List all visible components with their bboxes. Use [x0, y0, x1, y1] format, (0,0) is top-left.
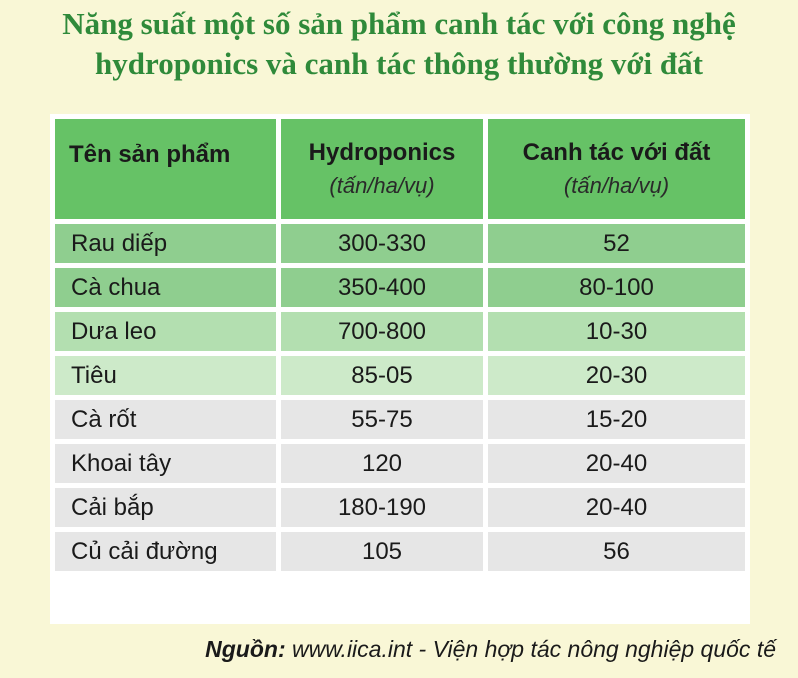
cell-soil: 80-100	[488, 268, 745, 307]
header-hydroponics: Hydroponics (tấn/ha/vụ)	[281, 119, 483, 219]
header-hydroponics-unit: (tấn/ha/vụ)	[329, 173, 435, 198]
cell-product: Cà rốt	[55, 400, 276, 439]
header-hydroponics-label: Hydroponics	[308, 139, 456, 166]
cell-hydroponics: 85-05	[281, 356, 483, 395]
header-soil: Canh tác với đất (tấn/ha/vụ)	[488, 119, 745, 219]
header-product-label: Tên sản phẩm	[69, 141, 231, 168]
table-row: Tiêu 85-05 20-30	[55, 356, 745, 395]
cell-product: Củ cải đường	[55, 532, 276, 571]
table-row: Cải bắp 180-190 20-40	[55, 488, 745, 527]
header-soil-label: Canh tác với đất	[522, 139, 711, 166]
cell-soil: 10-30	[488, 312, 745, 351]
cell-soil: 20-40	[488, 488, 745, 527]
table-row: Cà rốt 55-75 15-20	[55, 400, 745, 439]
cell-product: Tiêu	[55, 356, 276, 395]
cell-hydroponics: 55-75	[281, 400, 483, 439]
cell-soil: 20-30	[488, 356, 745, 395]
header-soil-unit: (tấn/ha/vụ)	[563, 173, 670, 198]
source-note: Nguồn: www.iica.int - Viện hợp tác nông …	[205, 636, 776, 663]
cell-soil: 15-20	[488, 400, 745, 439]
cell-soil: 20-40	[488, 444, 745, 483]
cell-soil: 52	[488, 224, 745, 263]
cell-hydroponics: 105	[281, 532, 483, 571]
table-header-row: Tên sản phẩm Hydroponics (tấn/ha/vụ) Can…	[55, 119, 745, 219]
cell-soil: 56	[488, 532, 745, 571]
cell-product: Rau diếp	[55, 224, 276, 263]
cell-product: Dưa leo	[55, 312, 276, 351]
title-line-1: Năng suất một số sản phẩm canh tác với c…	[62, 6, 736, 41]
table-row: Rau diếp 300-330 52	[55, 224, 745, 263]
source-text: www.iica.int - Viện hợp tác nông nghiệp …	[285, 636, 776, 662]
cell-product: Khoai tây	[55, 444, 276, 483]
yield-table: Tên sản phẩm Hydroponics (tấn/ha/vụ) Can…	[50, 114, 750, 576]
page-title: Năng suất một số sản phẩm canh tác với c…	[0, 4, 798, 84]
header-product: Tên sản phẩm	[55, 119, 276, 219]
cell-product: Cải bắp	[55, 488, 276, 527]
cell-hydroponics: 350-400	[281, 268, 483, 307]
cell-hydroponics: 180-190	[281, 488, 483, 527]
cell-hydroponics: 700-800	[281, 312, 483, 351]
title-line-2: hydroponics và canh tác thông thường với…	[95, 46, 703, 81]
cell-product: Cà chua	[55, 268, 276, 307]
table-row: Củ cải đường 105 56	[55, 532, 745, 571]
cell-hydroponics: 120	[281, 444, 483, 483]
yield-table-container: Tên sản phẩm Hydroponics (tấn/ha/vụ) Can…	[50, 114, 750, 624]
source-label: Nguồn:	[205, 636, 286, 662]
table-row: Cà chua 350-400 80-100	[55, 268, 745, 307]
table-row: Dưa leo 700-800 10-30	[55, 312, 745, 351]
table-row: Khoai tây 120 20-40	[55, 444, 745, 483]
cell-hydroponics: 300-330	[281, 224, 483, 263]
